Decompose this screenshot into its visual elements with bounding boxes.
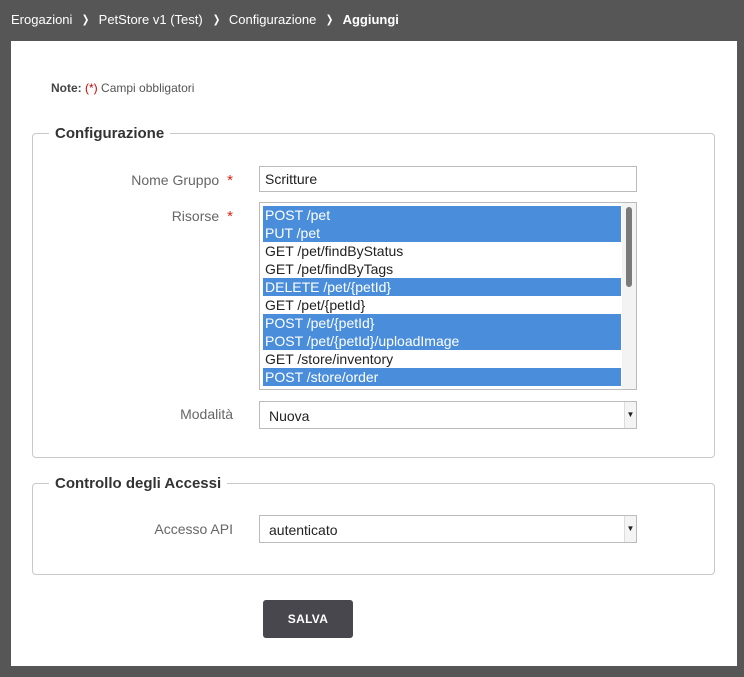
- modalita-select[interactable]: Nuova ▼: [259, 401, 637, 429]
- risorse-label-row: Risorse *: [33, 208, 233, 225]
- risorse-option[interactable]: GET /pet/{petId}: [263, 296, 621, 314]
- required-marker: (*): [85, 81, 98, 95]
- nome-gruppo-label-row: Nome Gruppo *: [33, 172, 233, 189]
- risorse-option[interactable]: DELETE /pet/{petId}: [263, 278, 621, 296]
- risorse-option[interactable]: GET /pet/findByStatus: [263, 242, 621, 260]
- required-fields-note: Note: (*) Campi obbligatori: [51, 81, 194, 95]
- risorse-label: Risorse: [171, 208, 220, 224]
- risorse-option[interactable]: POST /store/order: [263, 368, 621, 386]
- risorse-option[interactable]: GET /store/inventory: [263, 350, 621, 368]
- risorse-option[interactable]: GET /pet/findByTags: [263, 260, 621, 278]
- risorse-option[interactable]: POST /pet/{petId}/uploadImage: [263, 332, 621, 350]
- breadcrumb-configurazione[interactable]: Configurazione: [229, 12, 316, 27]
- chevron-right-icon: ❯: [326, 13, 334, 26]
- modalita-value: Nuova: [269, 408, 310, 424]
- modalita-label-row: Modalità: [33, 406, 233, 422]
- risorse-option[interactable]: POST /pet/{petId}: [263, 314, 621, 332]
- breadcrumb-petstore[interactable]: PetStore v1 (Test): [99, 12, 203, 27]
- risorse-option[interactable]: POST /pet: [263, 206, 621, 224]
- configurazione-section: Configurazione Nome Gruppo * Scritture Ri…: [32, 125, 715, 458]
- dropdown-arrow-icon: ▼: [624, 516, 636, 542]
- nome-gruppo-label: Nome Gruppo: [131, 172, 220, 188]
- chevron-right-icon: ❯: [212, 13, 220, 26]
- form-panel: Note: (*) Campi obbligatori Configurazio…: [11, 41, 737, 666]
- modalita-label: Modalità: [180, 406, 233, 422]
- accesso-api-select[interactable]: autenticato ▼: [259, 515, 637, 543]
- note-text: Campi obbligatori: [101, 81, 195, 95]
- nome-gruppo-input[interactable]: Scritture: [259, 166, 637, 192]
- listbox-scrollbar[interactable]: [622, 203, 636, 389]
- save-button[interactable]: SALVA: [263, 600, 353, 638]
- risorse-listbox[interactable]: POST /pet PUT /pet GET /pet/findByStatus GE…: [259, 202, 637, 390]
- controllo-accessi-legend: Controllo degli Accessi: [49, 475, 228, 493]
- breadcrumb: Erogazioni ❯ PetStore v1 (Test) ❯ Config…: [11, 10, 399, 28]
- chevron-right-icon: ❯: [82, 13, 90, 26]
- accesso-api-value: autenticato: [269, 522, 338, 538]
- accesso-api-label-row: Accesso API: [33, 521, 233, 537]
- configurazione-legend: Configurazione: [49, 125, 171, 143]
- accesso-api-label: Accesso API: [154, 521, 233, 537]
- dropdown-arrow-icon: ▼: [624, 402, 636, 428]
- controllo-accessi-section: Controllo degli Accessi Accesso API aute…: [32, 475, 715, 575]
- required-star: *: [227, 172, 233, 189]
- breadcrumb-erogazioni[interactable]: Erogazioni: [11, 12, 72, 27]
- note-label: Note:: [51, 81, 82, 95]
- required-star: *: [227, 208, 233, 225]
- breadcrumb-aggiungi: Aggiungi: [342, 11, 399, 27]
- risorse-option[interactable]: PUT /pet: [263, 224, 621, 242]
- scrollbar-thumb[interactable]: [626, 207, 632, 287]
